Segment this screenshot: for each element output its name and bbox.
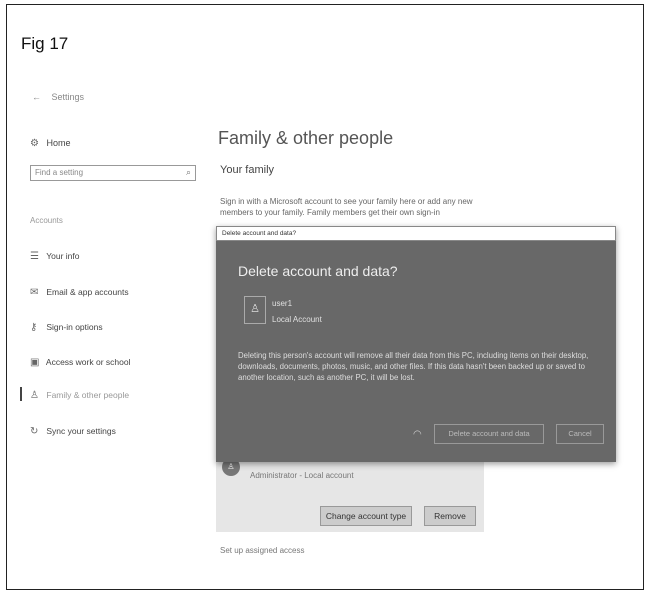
sidebar-item-work-school[interactable]: ▣ Access work or school bbox=[30, 357, 130, 368]
briefcase-icon: ▣ bbox=[30, 357, 40, 368]
assigned-access-link[interactable]: Set up assigned access bbox=[220, 546, 305, 555]
back-row[interactable]: ← Settings bbox=[32, 92, 84, 102]
search-placeholder: Find a setting bbox=[35, 168, 84, 177]
sidebar-item-family[interactable]: ♙ Family & other people bbox=[30, 390, 129, 401]
active-indicator bbox=[20, 387, 22, 401]
sidebar-item-label: Access work or school bbox=[45, 357, 131, 367]
sidebar-item-label: Sync your settings bbox=[46, 426, 116, 436]
account-type-label: Administrator - Local account bbox=[250, 471, 354, 480]
person-icon: ☰ bbox=[30, 251, 39, 262]
key-icon: ⚷ bbox=[30, 322, 38, 333]
sidebar-item-label: Family & other people bbox=[46, 390, 130, 400]
user-icon: ♙ bbox=[244, 296, 266, 324]
delete-account-button[interactable]: Delete account and data bbox=[434, 424, 544, 444]
sync-icon: ↻ bbox=[30, 426, 39, 437]
search-icon[interactable]: ⌕ bbox=[186, 167, 191, 178]
sidebar-item-label: Email & app accounts bbox=[46, 287, 129, 297]
figure-label: Fig 17 bbox=[21, 34, 69, 53]
sidebar-item-sign-in[interactable]: ⚷ Sign-in options bbox=[30, 322, 103, 333]
sidebar-section-label: Accounts bbox=[30, 216, 63, 225]
change-account-type-button[interactable]: Change account type bbox=[320, 506, 412, 526]
nav-home[interactable]: ⚙ Home bbox=[30, 138, 71, 149]
page-title: Family & other people bbox=[218, 128, 394, 148]
nav-home-label: Home bbox=[46, 138, 71, 148]
settings-window: ← Settings ⚙ Home Find a setting ⌕ Accou… bbox=[20, 80, 634, 584]
sidebar-item-email[interactable]: ✉ Email & app accounts bbox=[30, 287, 129, 298]
back-arrow-icon[interactable]: ← bbox=[32, 92, 41, 102]
dialog-heading: Delete account and data? bbox=[238, 263, 398, 279]
dialog-titlebar: Delete account and data? bbox=[216, 226, 616, 241]
sidebar-item-sync[interactable]: ↻ Sync your settings bbox=[30, 426, 116, 437]
loading-spinner-icon: ◠ bbox=[413, 429, 422, 440]
gear-icon: ⚙ bbox=[30, 138, 39, 149]
section-title: Your family bbox=[220, 164, 275, 176]
mail-icon: ✉ bbox=[30, 287, 39, 298]
remove-button[interactable]: Remove bbox=[424, 506, 476, 526]
delete-account-dialog: Delete account and data? Delete account … bbox=[216, 226, 616, 462]
dialog-body-text: Deleting this person's account will remo… bbox=[238, 351, 589, 382]
sidebar-item-label: Your info bbox=[46, 251, 80, 261]
people-icon: ♙ bbox=[30, 390, 39, 401]
family-description: Sign in with a Microsoft account to see … bbox=[220, 197, 473, 217]
sidebar-item-label: Sign-in options bbox=[46, 322, 103, 332]
dialog-user-type: Local Account bbox=[272, 315, 322, 324]
cancel-button[interactable]: Cancel bbox=[556, 424, 604, 444]
sidebar-item-your-info[interactable]: ☰ Your info bbox=[30, 251, 79, 262]
search-input[interactable]: Find a setting ⌕ bbox=[30, 165, 196, 181]
dialog-user-name: user1 bbox=[272, 299, 293, 308]
window-title: Settings bbox=[51, 92, 85, 102]
